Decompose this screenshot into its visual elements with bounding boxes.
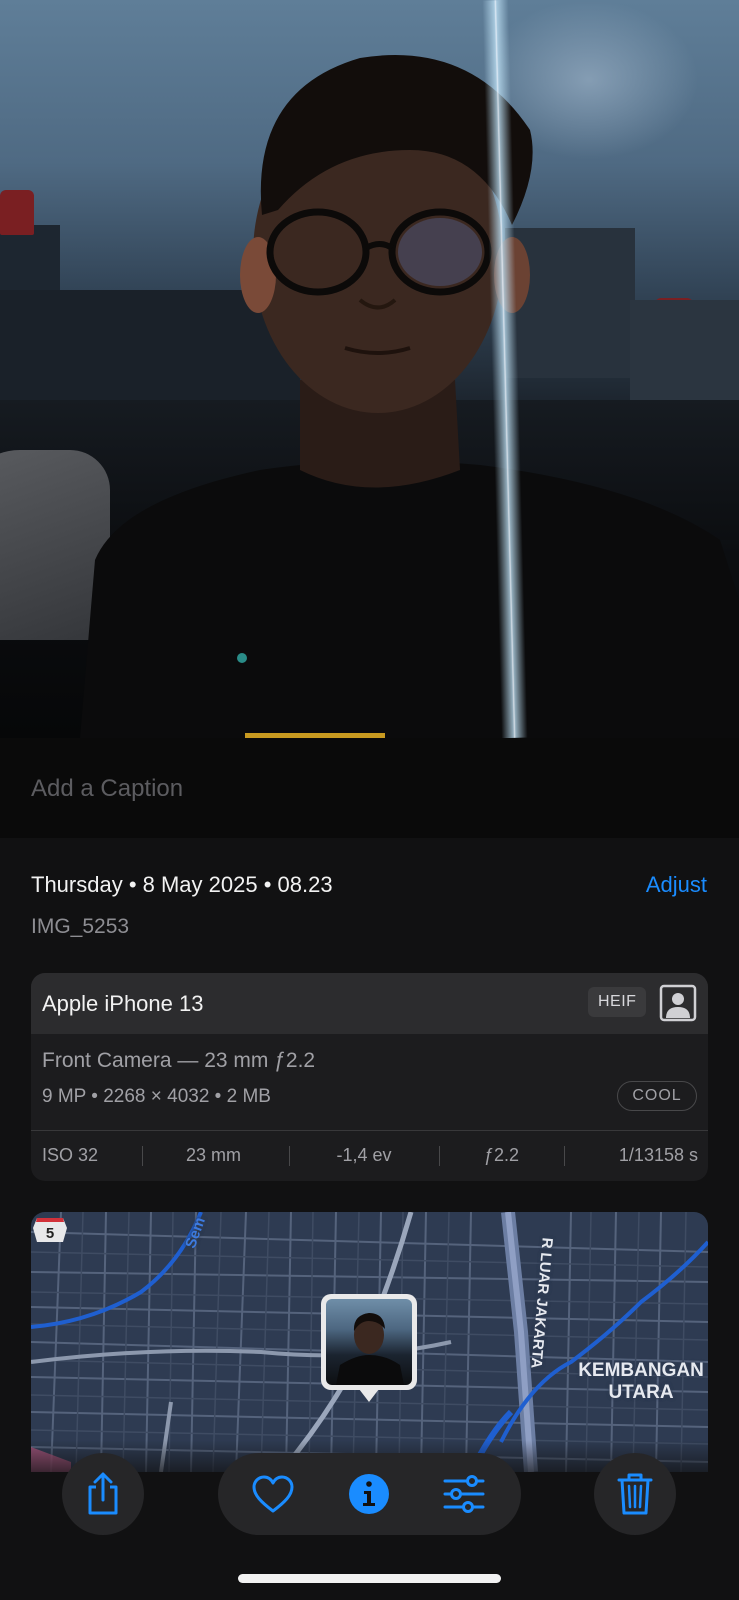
adjust-date-button[interactable]: Adjust [646, 872, 707, 898]
camera-card-header: Apple iPhone 13 HEIF [31, 973, 708, 1034]
device-name: Apple iPhone 13 [42, 991, 204, 1016]
info-icon [349, 1474, 389, 1514]
delete-button[interactable] [594, 1453, 676, 1535]
map-pin-tail [359, 1389, 379, 1402]
info-button[interactable] [328, 1453, 410, 1535]
share-button[interactable] [62, 1453, 144, 1535]
route-shield-icon: 5 [33, 1218, 67, 1242]
exif-divider [439, 1146, 440, 1166]
exif-shutter-speed: 1/13158 s [618, 1145, 698, 1165]
photo-date: Thursday • 8 May 2025 • 08.23 [31, 872, 333, 897]
map-photo-thumbnail [326, 1299, 412, 1385]
exif-iso: ISO 32 [42, 1145, 99, 1165]
format-badge: HEIF [588, 987, 647, 1017]
photo-filename: IMG_5253 [31, 915, 130, 938]
exif-aperture: ƒ2.2 [483, 1145, 520, 1165]
home-indicator[interactable] [238, 1574, 501, 1583]
heart-icon [252, 1475, 294, 1513]
photo-viewer[interactable] [0, 0, 739, 738]
exif-divider [142, 1146, 143, 1166]
portrait-icon [659, 984, 697, 1022]
share-icon [88, 1472, 118, 1515]
favorite-button[interactable] [232, 1453, 314, 1535]
edit-adjust-button[interactable] [423, 1453, 505, 1535]
map-area-label: KEMBANGAN UTARA [576, 1360, 706, 1404]
exif-divider [289, 1146, 290, 1166]
lens-info: Front Camera — 23 mm ƒ2.2 [42, 1049, 316, 1072]
map-photo-pin[interactable] [321, 1294, 417, 1402]
exif-focal-length: 23 mm [185, 1145, 241, 1165]
location-map[interactable]: KEMBANGAN UTARA R LUAR JAKARTA Sem 5 [31, 1212, 708, 1472]
image-specs: 9 MP • 2268 × 4032 • 2 MB [42, 1086, 271, 1107]
sliders-icon [443, 1475, 485, 1513]
photographic-style-badge: COOL [617, 1081, 697, 1111]
thumbnail-person [336, 1313, 404, 1385]
caption-input[interactable]: Add a Caption [31, 775, 183, 803]
exif-divider [564, 1146, 565, 1166]
exif-exposure: -1,4 ev [336, 1145, 392, 1165]
trash-icon [617, 1473, 653, 1515]
person-silhouette [80, 55, 739, 738]
camera-info-card: Apple iPhone 13 HEIF Front Camera — 23 m… [31, 973, 708, 1181]
map-area-label-line1: KEMBANGAN [578, 1360, 704, 1381]
map-area-label-line2: UTARA [608, 1382, 674, 1403]
route-number: 5 [46, 1225, 54, 1242]
action-pill [218, 1453, 521, 1535]
